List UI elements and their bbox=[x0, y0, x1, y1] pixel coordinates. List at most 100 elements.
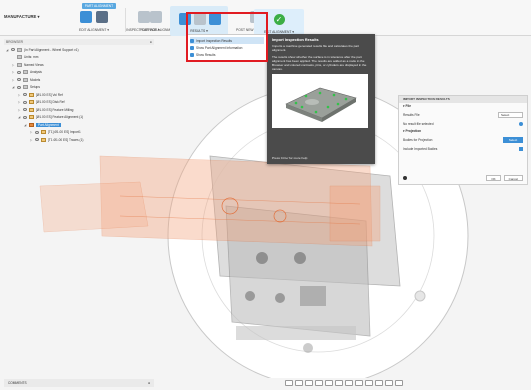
zoom-icon[interactable] bbox=[305, 379, 313, 386]
folder-icon bbox=[17, 62, 22, 67]
traces-icon bbox=[41, 137, 46, 142]
bodies-select-button[interactable]: Select bbox=[503, 136, 523, 143]
edit-alignment-icon bbox=[80, 11, 92, 23]
fit-icon[interactable] bbox=[315, 379, 323, 386]
include-imported-checkbox[interactable] bbox=[519, 146, 523, 151]
eye-icon[interactable] bbox=[23, 108, 27, 112]
operation-icon bbox=[29, 100, 34, 105]
browser-title: BROWSER bbox=[6, 40, 24, 44]
environment-icon[interactable] bbox=[365, 379, 373, 386]
part-alignment-icon bbox=[29, 122, 34, 127]
grid-icon[interactable] bbox=[335, 379, 343, 386]
folder-icon bbox=[23, 77, 28, 82]
eye-icon[interactable] bbox=[23, 93, 27, 97]
navigation-bar bbox=[285, 378, 405, 387]
tree-row-models[interactable]: ▷ Models bbox=[6, 76, 154, 84]
import-icon bbox=[190, 38, 194, 43]
fixture-hole bbox=[414, 290, 426, 302]
workspace-switcher[interactable]: MANUFACTURE ▾ bbox=[4, 14, 40, 19]
tree-row-operation[interactable]: ▷ [Ø1.00 ES] Vol Ref bbox=[6, 91, 154, 99]
results-file-label: Results File bbox=[403, 112, 420, 117]
eye-icon[interactable] bbox=[23, 115, 27, 119]
tooltip-description: Imports a machine generated results file… bbox=[272, 44, 360, 52]
tree-row-named-views[interactable]: ▷ Named Views bbox=[6, 61, 154, 69]
viewports-icon[interactable] bbox=[345, 379, 353, 386]
tooltip-preview-image bbox=[272, 74, 368, 128]
edit-alignment-label: EDIT ALIGNMENT bbox=[79, 28, 107, 32]
file-section-header[interactable]: ▾ File bbox=[399, 103, 527, 110]
bodies-label: Bodies for Projection bbox=[403, 137, 433, 142]
pan-icon[interactable] bbox=[295, 379, 303, 386]
part-preview-illustration bbox=[285, 87, 357, 122]
dialog-footer: OK Cancel bbox=[403, 175, 523, 181]
folder-icon bbox=[23, 70, 28, 75]
workspace-label: MANUFACTURE bbox=[4, 14, 37, 19]
tree-row-part-alignment[interactable]: ◢ Part Alignment bbox=[6, 121, 154, 129]
check-icon: ✓ bbox=[273, 13, 285, 25]
eye-icon[interactable] bbox=[23, 100, 27, 104]
tree-row-traces[interactable]: ▷ [T1 Ø1.00 ES] Traces (1) bbox=[6, 136, 154, 144]
tooltip-help-hint: Press Ctrl+/ for more help bbox=[272, 156, 308, 160]
tree-row-units[interactable]: Units: mm bbox=[6, 54, 154, 62]
effects-icon[interactable] bbox=[375, 379, 383, 386]
display-settings-icon[interactable] bbox=[325, 379, 333, 386]
tree-row-setups[interactable]: ◢ Setups bbox=[6, 84, 154, 92]
folder-icon bbox=[23, 85, 28, 90]
tree-row-root[interactable]: ◢ (In Part Alignment - Wheel Support v1) bbox=[6, 46, 154, 54]
operation-icon bbox=[29, 115, 34, 120]
bodies-for-projection-row: Bodies for Projection Select bbox=[399, 135, 527, 144]
comments-label: COMMENTS bbox=[8, 381, 27, 385]
ok-button[interactable]: OK bbox=[486, 175, 501, 181]
eye-icon[interactable] bbox=[35, 130, 39, 134]
menu-item-show-results[interactable]: Show Results bbox=[190, 51, 264, 58]
info-icon bbox=[190, 45, 194, 50]
browser-pin-icon[interactable]: ● bbox=[150, 40, 152, 44]
menu-item-label: Show Results bbox=[196, 52, 216, 57]
eye-icon[interactable] bbox=[11, 48, 15, 52]
camera-icon[interactable] bbox=[395, 379, 403, 386]
cancel-button[interactable]: Cancel bbox=[503, 175, 523, 181]
menu-item-import-inspection-results[interactable]: Import Inspection Results bbox=[190, 37, 264, 44]
tree-row-operation[interactable]: ▷ [Ø1.00 ES] Disk Ref bbox=[6, 99, 154, 107]
command-tooltip: Import Inspection Results Imports a mach… bbox=[267, 34, 375, 164]
tree-row-import[interactable]: ▷ [T1] Ø1.00 ES] Import1 bbox=[6, 129, 154, 137]
eye-icon[interactable] bbox=[35, 138, 39, 142]
tree-row-analysis[interactable]: ▷ Analysis bbox=[6, 69, 154, 77]
eye-icon[interactable] bbox=[17, 70, 21, 74]
include-imported-row: Include Imported Bodies bbox=[399, 144, 527, 153]
results-list-icon bbox=[190, 52, 194, 57]
comments-panel[interactable]: COMMENTS ● bbox=[4, 379, 154, 387]
eye-icon[interactable] bbox=[17, 85, 21, 89]
tooltip-details: The results show whether the surface is … bbox=[272, 55, 367, 71]
menu-item-label: Show Part Alignment Information bbox=[196, 45, 243, 50]
post-document-icon bbox=[150, 11, 162, 23]
no-result-row: No result file selected bbox=[399, 119, 527, 128]
no-result-message: No result file selected bbox=[403, 121, 434, 126]
eye-icon[interactable] bbox=[17, 78, 21, 82]
import-inspection-results-dialog: IMPORT INSPECTION RESULTS ▾ File Results… bbox=[398, 95, 528, 185]
results-file-select[interactable]: Select bbox=[498, 111, 523, 118]
dialog-title: IMPORT INSPECTION RESULTS bbox=[399, 96, 527, 103]
tooltip-title: Import Inspection Results bbox=[272, 38, 319, 42]
help-icon[interactable] bbox=[403, 176, 407, 180]
results-dropdown-menu: Import Inspection Results Show Part Alig… bbox=[188, 34, 266, 60]
projection-section-header[interactable]: ▾ Projection bbox=[399, 128, 527, 135]
tree-row-operation[interactable]: ◢ [Ø1.00 ES] Feature Alignment (1) bbox=[6, 114, 154, 122]
tree-row-operation[interactable]: ▷ [Ø1.00 ES] Feature Milling bbox=[6, 106, 154, 114]
object-visibility-icon[interactable] bbox=[385, 379, 393, 386]
post-for-alignment-group[interactable]: POST FOR ALIGNMENT ▾ bbox=[134, 9, 179, 36]
menu-item-show-part-alignment-info[interactable]: Show Part Alignment Information bbox=[190, 44, 264, 51]
results-dropdown-highlight: Import Inspection Results Show Part Alig… bbox=[186, 12, 268, 62]
aligned-part-overlay bbox=[39, 155, 381, 247]
add-comment-icon[interactable]: ● bbox=[148, 379, 150, 387]
results-file-row: Results File Select bbox=[399, 110, 527, 119]
menu-item-label: Import Inspection Results bbox=[196, 38, 232, 43]
info-icon[interactable] bbox=[519, 121, 523, 126]
operation-icon bbox=[29, 107, 34, 112]
orbit-icon[interactable] bbox=[285, 379, 293, 386]
include-label: Include Imported Bodies bbox=[403, 146, 438, 151]
alignment-points-icon bbox=[96, 11, 108, 23]
visual-style-icon[interactable] bbox=[355, 379, 363, 386]
import-node-icon bbox=[41, 130, 46, 135]
browser-panel: BROWSER ● ◢ (In Part Alignment - Wheel Su… bbox=[4, 39, 154, 142]
